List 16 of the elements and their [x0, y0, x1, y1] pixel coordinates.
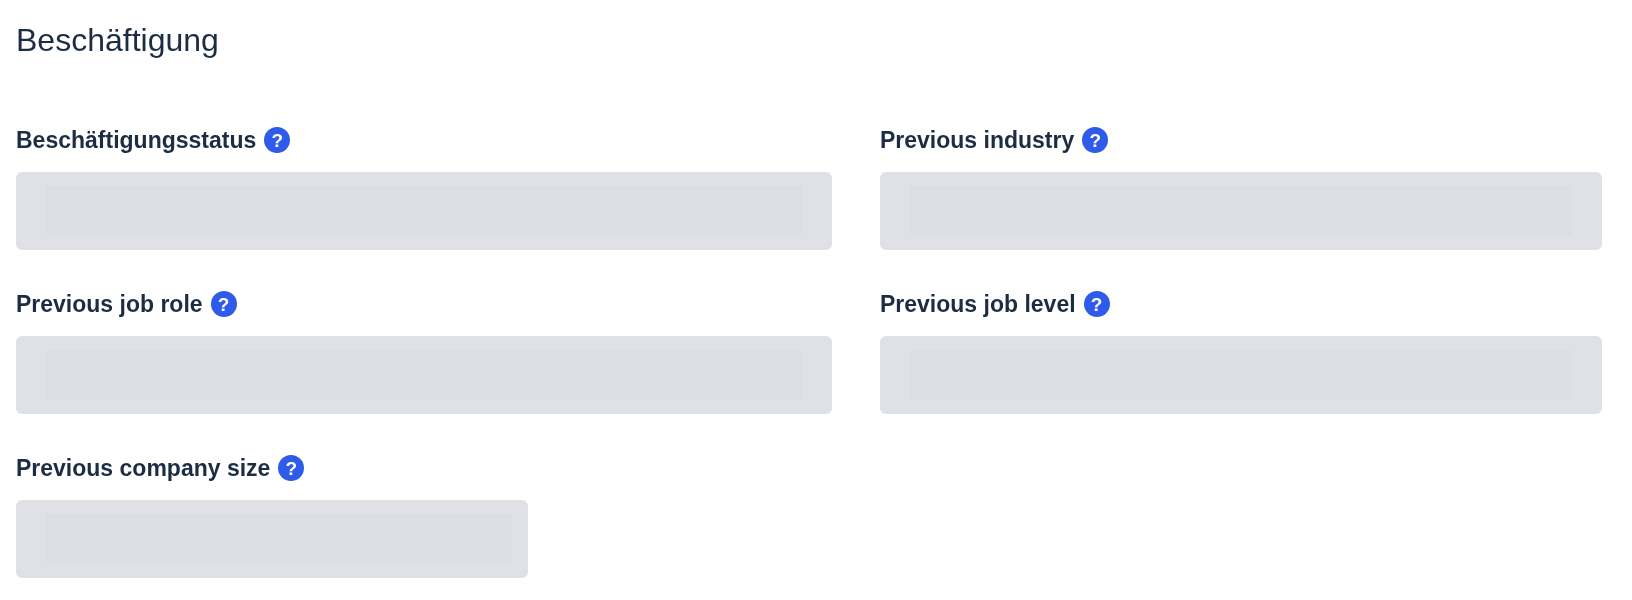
help-icon[interactable]: ?: [210, 291, 237, 317]
field-label: Previous job role: [16, 290, 203, 318]
field-label: Previous company size: [16, 454, 271, 482]
field-label: Beschäftigungsstatus: [16, 126, 257, 154]
field-label: Previous industry: [880, 126, 1075, 154]
help-icon[interactable]: ?: [1083, 291, 1110, 317]
input-field[interactable]: [16, 172, 832, 250]
help-icon[interactable]: ?: [264, 127, 291, 153]
input-field[interactable]: [16, 336, 832, 414]
help-icon[interactable]: ?: [1082, 127, 1109, 153]
input-field[interactable]: [880, 336, 1602, 414]
section-title: Beschäftigung: [16, 21, 220, 60]
input-field[interactable]: [16, 500, 528, 578]
help-icon[interactable]: ?: [278, 455, 305, 481]
field-label: Previous job level: [880, 290, 1076, 318]
input-field[interactable]: [880, 172, 1602, 250]
